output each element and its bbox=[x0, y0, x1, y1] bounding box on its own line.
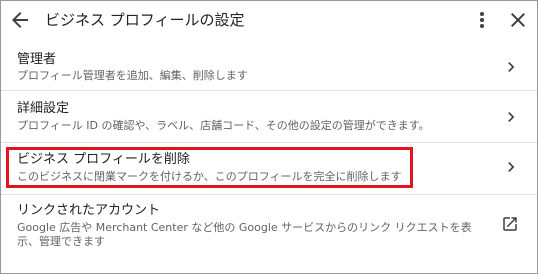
chevron-right-icon bbox=[508, 112, 515, 122]
close-button[interactable] bbox=[506, 8, 530, 32]
divider bbox=[1, 90, 537, 91]
settings-item-advanced[interactable]: 詳細設定 プロフィール ID の確認や、ラベル、店舗コード、その他の設定の管理が… bbox=[1, 95, 537, 139]
arrow-back-icon bbox=[12, 12, 28, 28]
more-options-button[interactable] bbox=[470, 8, 494, 32]
settings-item-title: リンクされたアカウント bbox=[17, 203, 161, 218]
settings-dialog: ビジネス プロフィールの設定 管理者 プロフィール管理者を追加、編集、削除します… bbox=[0, 0, 538, 274]
settings-item-description: プロフィール ID の確認や、ラベル、店舗コード、その他の設定の管理ができます。 bbox=[17, 119, 430, 132]
settings-item-managers[interactable]: 管理者 プロフィール管理者を追加、編集、削除します bbox=[1, 45, 537, 87]
close-icon bbox=[511, 13, 525, 27]
settings-item-title: 詳細設定 bbox=[17, 101, 70, 116]
divider bbox=[1, 142, 537, 143]
settings-item-description: プロフィール管理者を追加、編集、削除します bbox=[17, 69, 248, 82]
chevron-right-icon bbox=[508, 162, 515, 172]
settings-item-linked-accounts[interactable]: リンクされたアカウント Google 広告や Merchant Center な… bbox=[1, 197, 537, 251]
open-in-new-icon bbox=[503, 217, 517, 231]
chevron-right-icon bbox=[508, 62, 515, 72]
back-button[interactable] bbox=[8, 8, 32, 32]
divider bbox=[1, 194, 537, 195]
more-vert-icon bbox=[480, 12, 484, 28]
settings-item-description: Google 広告や Merchant Center など他の Google サ… bbox=[17, 221, 472, 248]
settings-item-title: 管理者 bbox=[17, 52, 57, 67]
highlight-box bbox=[6, 147, 413, 188]
page-title: ビジネス プロフィールの設定 bbox=[45, 11, 245, 29]
dialog-header: ビジネス プロフィールの設定 bbox=[1, 1, 537, 39]
